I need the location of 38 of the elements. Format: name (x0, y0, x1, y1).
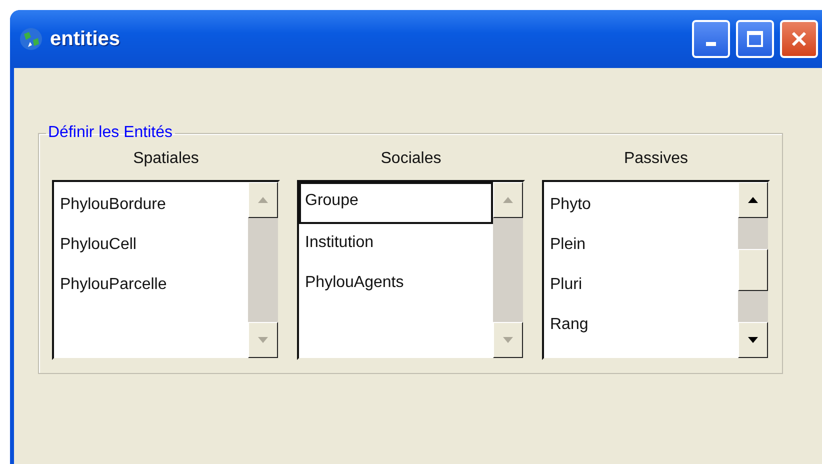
up-arrow-icon (747, 196, 759, 204)
list-item[interactable]: Rang (544, 306, 738, 346)
list-item[interactable]: Phyto (544, 186, 738, 226)
down-arrow-icon (257, 336, 269, 344)
scroll-thumb[interactable] (738, 249, 768, 291)
list-heading: Spatiales (133, 150, 199, 168)
list-item[interactable]: Plein (544, 226, 738, 266)
scroll-bar[interactable] (493, 182, 523, 358)
minimize-button[interactable] (692, 20, 730, 58)
maximize-icon (746, 30, 764, 48)
close-button[interactable] (780, 20, 818, 58)
list-item[interactable]: PhylouBordure (54, 186, 248, 226)
scroll-up-button[interactable] (493, 182, 523, 218)
down-arrow-icon (747, 336, 759, 344)
list-heading: Sociales (380, 150, 442, 168)
up-arrow-icon (257, 196, 269, 204)
close-icon (790, 30, 808, 48)
list-item[interactable]: PhylouAgents (299, 264, 493, 304)
group-title: Définir les Entités (47, 124, 174, 142)
scroll-up-button[interactable] (738, 182, 768, 218)
scroll-down-button[interactable] (248, 322, 278, 358)
up-arrow-icon (502, 196, 514, 204)
scroll-bar[interactable] (738, 182, 768, 358)
window-title: entities (50, 28, 120, 50)
list-item[interactable]: PhylouCell (54, 226, 248, 266)
list-item[interactable]: Groupe (299, 182, 493, 224)
list-item[interactable]: Institution (299, 224, 493, 264)
list-item[interactable]: PhylouParcelle (54, 266, 248, 306)
minimize-icon (706, 42, 716, 46)
scroll-down-button[interactable] (738, 322, 768, 358)
scroll-bar[interactable] (248, 182, 278, 358)
list-heading: Passives (624, 150, 688, 168)
scroll-up-button[interactable] (248, 182, 278, 218)
maximize-button[interactable] (736, 20, 774, 58)
list-item[interactable]: Pluri (544, 266, 738, 306)
scroll-down-button[interactable] (493, 322, 523, 358)
globe-icon (18, 26, 44, 52)
down-arrow-icon (502, 336, 514, 344)
